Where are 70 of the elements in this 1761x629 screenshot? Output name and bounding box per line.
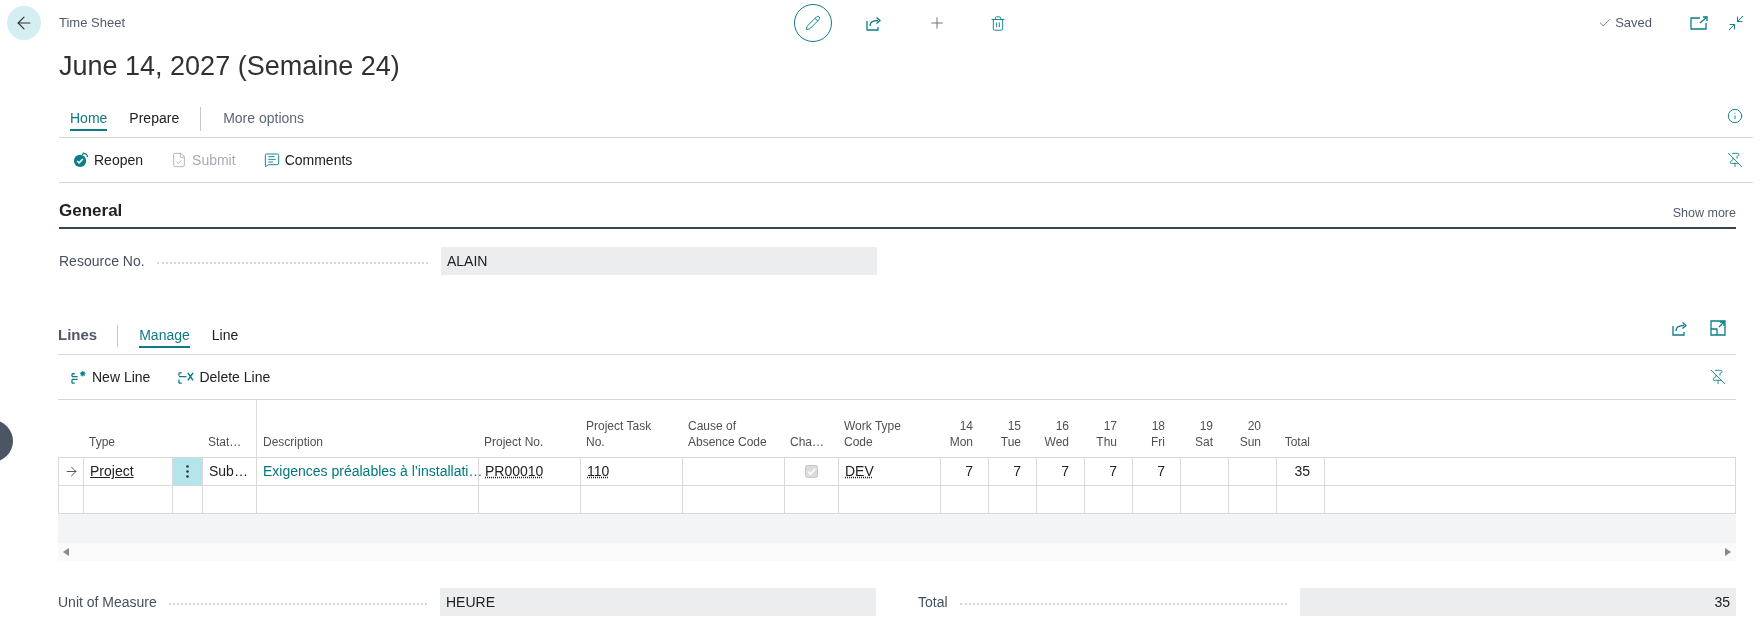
table-cell: 7 <box>941 458 989 485</box>
table-cell: 7 <box>989 458 1037 485</box>
comments-button[interactable]: Comments <box>263 149 353 171</box>
column-header: 14 Mon <box>949 418 973 450</box>
save-status: Saved <box>1615 14 1652 33</box>
section-title: General <box>59 201 123 221</box>
text-field[interactable]: HEURE <box>440 588 876 616</box>
column-header: Project Task No. <box>586 418 653 450</box>
section-title: Lines <box>58 327 98 345</box>
column-header: 17 Thu <box>1096 418 1117 450</box>
more-icon <box>186 465 189 478</box>
tab[interactable]: Home <box>70 110 108 131</box>
delete-row-icon <box>178 369 195 385</box>
check-icon <box>1598 16 1613 30</box>
table-cell[interactable]: 110 <box>581 458 683 485</box>
column-header: 19 Sat <box>1195 418 1213 450</box>
share-icon[interactable] <box>1672 321 1689 336</box>
info-icon[interactable] <box>1727 108 1743 124</box>
new-row-icon <box>71 369 87 385</box>
open-in-new-window-icon[interactable] <box>1690 16 1708 30</box>
table-cell: 7 <box>1037 458 1085 485</box>
field-label: Total <box>918 592 948 612</box>
share-icon[interactable] <box>866 15 883 31</box>
pin-off-icon[interactable] <box>1727 152 1743 168</box>
column-header: Type <box>89 434 115 450</box>
new-line-button[interactable]: New Line <box>71 366 151 388</box>
comment-icon <box>263 152 280 168</box>
column-header: Cha… <box>790 434 824 450</box>
horizontal-scrollbar[interactable] <box>58 543 1736 561</box>
show-more-button[interactable]: Show more <box>1672 205 1736 221</box>
table-cell: 35 <box>1277 458 1325 485</box>
delete-line-button[interactable]: Delete Line <box>178 366 271 388</box>
column-header: Description <box>263 434 324 450</box>
column-header: Total <box>1284 434 1310 450</box>
field-label: Unit of Measure <box>58 592 157 612</box>
column-header: Stat… <box>208 434 242 450</box>
tab[interactable]: Prepare <box>129 110 180 131</box>
pencil-icon <box>805 15 821 31</box>
text-field[interactable]: 35 <box>1300 588 1736 616</box>
check-circle-icon <box>73 152 89 168</box>
page-title: June 14, 2027 (Semaine 24) <box>59 50 400 82</box>
table-cell: 7 <box>1133 458 1181 485</box>
caret-right-icon[interactable] <box>1725 548 1731 556</box>
table-cell[interactable]: Exigences préalables à l’installati… <box>257 458 479 485</box>
pin-off-icon[interactable] <box>1710 369 1726 385</box>
breadcrumb: Time Sheet <box>59 14 125 33</box>
column-header: Project No. <box>484 434 544 450</box>
table-cell[interactable]: DEV <box>839 458 941 485</box>
expand-icon[interactable] <box>1710 320 1726 336</box>
tab[interactable]: Line <box>211 327 239 348</box>
reopen-button[interactable]: Reopen <box>73 149 144 171</box>
round-handle-icon[interactable] <box>0 420 13 462</box>
back-button[interactable] <box>7 6 41 40</box>
more-options-button[interactable]: More options <box>223 110 305 131</box>
table-cell: 7 <box>1085 458 1133 485</box>
column-header: Cause of Absence Code <box>688 418 768 450</box>
field-label: Resource No. <box>59 251 145 271</box>
column-header: 18 Fri <box>1151 418 1165 450</box>
collapse-icon[interactable] <box>1727 14 1745 32</box>
caret-left-icon[interactable] <box>63 548 69 556</box>
column-header: Work Type Code <box>844 418 902 450</box>
table-cell: Sub… <box>203 458 257 485</box>
column-header: 16 Wed <box>1044 418 1069 450</box>
tab[interactable]: Manage <box>139 327 190 348</box>
checkbox[interactable] <box>805 465 818 478</box>
column-header: 15 Tue <box>1000 418 1021 450</box>
trash-icon[interactable] <box>990 14 1006 32</box>
document-check-icon <box>171 152 188 168</box>
column-header: 20 Sun <box>1239 418 1261 450</box>
text-field[interactable]: ALAIN <box>441 247 877 275</box>
